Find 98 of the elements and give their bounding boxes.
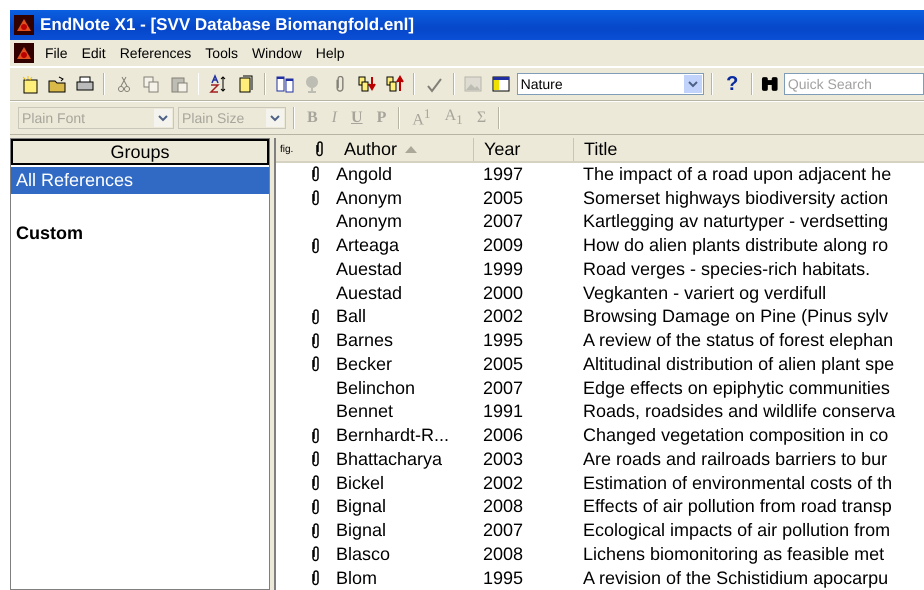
group-item[interactable]: All References xyxy=(11,167,269,194)
group-heading[interactable]: Custom xyxy=(11,220,269,247)
table-cell-text: Anonym xyxy=(335,211,404,232)
table-cell-text: 1991 xyxy=(483,401,524,422)
table-cell-text: 2002 xyxy=(483,306,524,328)
table-cell-text: Vegkanten - variert og verdifull xyxy=(583,282,828,304)
menu-item[interactable]: File xyxy=(38,45,75,61)
table-cell-text: 2005 xyxy=(483,354,524,375)
table-cell-text: Lichens biomonitoring as feasible met xyxy=(583,544,886,565)
menu-item[interactable]: Window xyxy=(244,45,309,61)
table-cell-text: Auestad xyxy=(335,258,404,280)
quick-search-field[interactable]: Quick Search xyxy=(784,73,924,95)
copy-icon xyxy=(141,74,162,94)
table-cell-text: Bennet xyxy=(335,401,394,422)
table-cell-text: Kartlegging av naturtyper - verdsetting xyxy=(583,211,890,232)
paperclip-icon xyxy=(310,190,320,206)
table-cell-text: Anonym xyxy=(335,188,404,209)
paperclip-icon xyxy=(310,332,320,349)
table-cell-text: Ecological impacts of air pollution from xyxy=(583,520,892,542)
table-cell-text: 2007 xyxy=(483,520,524,542)
table-cell-text: Are roads and railroads barriers to bur xyxy=(583,448,888,470)
table-cell-text: 2009 xyxy=(483,235,524,256)
paperclip-icon xyxy=(310,238,320,254)
table-cell-text: A review of the status of forest elephan xyxy=(583,330,894,352)
table-cell-text: 2003 xyxy=(483,448,524,470)
new-file-icon xyxy=(20,74,40,94)
column-header[interactable]: Author xyxy=(334,138,474,161)
style-dropdown[interactable]: Nature xyxy=(516,73,704,95)
table-cell-text: 1999 xyxy=(483,258,524,280)
image-icon xyxy=(463,74,484,94)
paperclip-icon xyxy=(310,522,320,539)
table-cell-text: 2006 xyxy=(483,425,524,446)
sort-icon xyxy=(208,74,228,94)
table-cell-text: Bickel xyxy=(335,472,386,494)
table-cell-text: Angold xyxy=(335,164,394,185)
paperclip-icon xyxy=(314,141,324,158)
figure-column-header[interactable]: fig. xyxy=(276,144,304,155)
table-cell-text: Ball xyxy=(335,306,368,328)
table-cell-text: Bignal xyxy=(335,520,388,542)
table-cell-text: Estimation of environmental costs of th xyxy=(583,472,894,494)
table-cell-text: Effects of air pollution from road transp xyxy=(583,496,893,518)
table-cell-text: A revision of the Schistidium apocarpu xyxy=(583,568,890,589)
table-cell-text: 2002 xyxy=(483,472,524,494)
paperclip-icon xyxy=(310,356,320,372)
table-cell-text: Becker xyxy=(335,354,394,375)
paperclip-icon xyxy=(310,546,320,562)
app-icon xyxy=(14,15,34,35)
table-cell-text: Road verges - species-rich habitats. xyxy=(583,258,872,280)
table-cell-text: Somerset highways biodiversity action xyxy=(583,188,890,209)
table-cell-text: The impact of a road upon adjacent he xyxy=(583,164,892,185)
table-cell-text: 2005 xyxy=(483,188,524,209)
sort-ascending-icon xyxy=(405,146,418,153)
windows-icon xyxy=(274,74,295,94)
upload-icon xyxy=(384,74,405,94)
table-cell-text: Roads, roadsides and wildlife conserva xyxy=(583,401,896,422)
paperclip-icon xyxy=(310,166,320,182)
paperclip-icon xyxy=(310,498,320,515)
table-cell-text: How do alien plants distribute along ro xyxy=(583,235,890,256)
paperclip-icon xyxy=(310,451,320,468)
menu-item[interactable]: Tools xyxy=(198,45,245,61)
table-cell-text: 2007 xyxy=(483,378,524,399)
paperclip-icon xyxy=(336,76,344,92)
table-cell-text: Bhattacharya xyxy=(335,448,444,470)
table-cell-text: Blom xyxy=(335,568,378,589)
table-cell-text: 1997 xyxy=(483,164,524,185)
menu-item[interactable]: References xyxy=(112,45,198,61)
paperclip-icon xyxy=(310,475,320,492)
table-cell-text: Bignal xyxy=(335,496,388,518)
window-title: EndNote X1 - [SVV Database Biomangfold.enl] xyxy=(40,15,414,35)
menu-item[interactable]: Edit xyxy=(74,45,113,61)
table-cell-text: 1995 xyxy=(483,568,524,589)
table-cell-text: Blasco xyxy=(335,544,392,565)
table-cell-text: Auestad xyxy=(335,282,404,304)
groups-header: Groups xyxy=(11,139,269,165)
paperclip-icon xyxy=(310,428,320,444)
table-cell-text: Arteaga xyxy=(335,235,400,256)
table-cell-text: Changed vegetation composition in co xyxy=(583,425,890,446)
table-cell-text: 2000 xyxy=(483,282,524,304)
column-header[interactable]: Title xyxy=(574,138,924,161)
table-cell-text: Bernhardt-R... xyxy=(335,425,450,446)
table-cell-text: Barnes xyxy=(335,330,394,352)
table-cell-text: 2007 xyxy=(483,211,524,232)
download-icon xyxy=(357,74,378,94)
paperclip-icon xyxy=(310,570,320,586)
table-cell-text: Browsing Damage on Pine (Pinus sylv xyxy=(583,306,890,328)
table-cell-text: 2008 xyxy=(483,544,524,565)
layout-icon xyxy=(490,74,511,94)
table-cell-text: 2008 xyxy=(483,496,524,518)
help-button[interactable]: ? xyxy=(720,72,744,96)
table-cell-text: Edge effects on epiphytic communities xyxy=(583,378,891,399)
binoculars-icon[interactable] xyxy=(760,75,780,93)
column-header[interactable]: Year xyxy=(474,138,574,161)
paperclip-icon xyxy=(310,308,320,325)
table-cell-text: 1995 xyxy=(483,330,524,352)
menu-item[interactable]: Help xyxy=(308,45,352,61)
open-folder-icon xyxy=(47,74,68,94)
table-cell-text: Altitudinal distribution of alien plant spe xyxy=(583,354,896,375)
table-cell-text: Belinchon xyxy=(335,378,416,399)
